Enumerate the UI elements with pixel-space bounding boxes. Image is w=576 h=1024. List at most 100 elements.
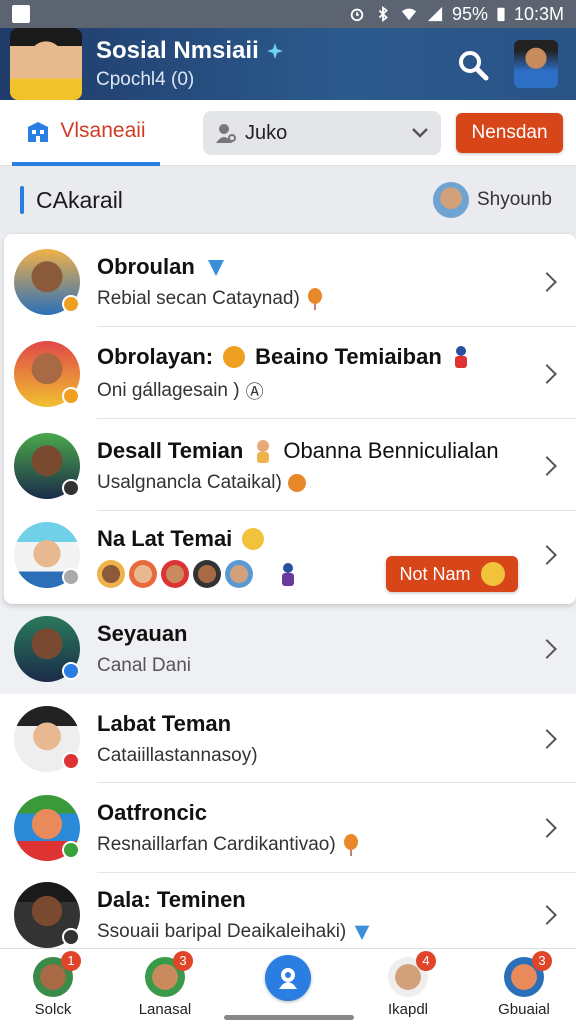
divider [97,326,576,327]
list-item-text: Oatfroncic Resnaillarfan Cardikantivao) [97,800,360,856]
nav-count-badge: 3 [532,951,552,971]
nav-item[interactable]: 4 Ikapdl [368,951,448,1018]
tab-active[interactable]: Vlsaneaii [12,100,160,166]
chevron-down-icon [412,128,428,138]
avatar [14,616,80,682]
cat-emoji-icon [223,346,246,368]
balloon-emoji-icon [307,288,322,310]
not-nam-label: Not Nam [399,563,471,584]
nav-label: Lanasal [138,1001,192,1018]
nav-item[interactable]: 3 Gbuaial [484,951,564,1018]
list-item-subtitle: Usalgnancla Cataikal) [97,472,499,494]
status-dot [62,387,80,405]
chat-person-icon [279,968,297,989]
crystal-emoji-icon [354,925,370,941]
signal-icon [427,6,443,22]
list-item-text: Obroulan Rebial secan Cataynad) [97,254,324,310]
battery-text: 95% [451,3,488,24]
chevron-right-icon [537,364,557,384]
status-dot [62,928,80,946]
list-item-name: Na Lat Temai [97,526,297,552]
member-avatar [193,560,221,588]
status-dot [62,479,80,497]
home-indicator[interactable] [224,1015,354,1020]
list-item[interactable]: Seyauan Canal Dani [0,612,576,686]
nav-item[interactable]: 1 Solck [13,951,93,1018]
nav-avatar: 3 [504,951,552,997]
list-item-subtitle: Resnaillarfan Cardikantivao) [97,834,360,856]
fox-emoji-icon [287,474,306,492]
list-item-text: Dala: Teminen Ssouaii baripal Deaikaleih… [97,887,372,943]
nav-count-badge: 3 [173,951,193,971]
list-item[interactable]: Dala: Teminen Ssouaii baripal Deaikaleih… [0,882,576,948]
section-user-name: Shyounb [476,189,552,210]
balloon-emoji-icon [343,834,358,856]
list-item-name: Dala: Teminen [97,887,246,912]
list-item-subtitle: Oni gállagesain ) Ⓐ [97,380,264,402]
nav-avatar: 3 [145,951,193,997]
list-item[interactable]: Oatfroncic Resnaillarfan Cardikantivao) [0,792,576,864]
search-icon[interactable] [456,48,490,82]
section-user[interactable]: Shyounb [432,182,552,218]
list-item-name: Desall Temian Obanna Benniculialan [97,438,499,463]
nav-label: Gbuaial [498,1001,550,1018]
not-nam-button[interactable]: Not Nam [386,556,518,592]
list-item[interactable]: Labat Teman Cataiillastannasoy) [0,703,576,775]
divider [97,782,576,783]
status-dot [62,295,80,313]
list-item[interactable]: Obrolayan: Beaino Temiaiban Oni gállages… [0,338,576,410]
character-emoji-icon [454,346,467,368]
person-icon [216,124,236,143]
avatar [14,882,80,948]
nav-count-badge: 1 [61,951,81,971]
section-accent-bar [20,186,24,214]
chevron-right-icon [537,272,557,292]
contact-dropdown[interactable]: Juko [203,111,441,155]
tab-label: Vlsaneaii [60,119,146,142]
chevron-right-icon [537,545,557,565]
character-emoji-icon [282,563,294,586]
dropdown-value: Juko [245,121,288,144]
app-title: Sosial Nmsiaii [96,37,285,65]
nav-label: Solck [34,1001,72,1018]
list-item-name: Labat Teman [97,711,232,736]
smile-emoji-icon [242,528,265,550]
status-dot [62,662,80,680]
status-dot [62,752,80,770]
avatar [14,706,80,772]
avatar [14,795,80,861]
status-dot [62,568,80,586]
clock-text: 10:3M [513,3,564,24]
app-header: Sosial Nmsiaii Cpochl4 (0) [0,28,576,100]
member-avatar [225,560,253,588]
nav-label: Ikapdl [387,1001,429,1018]
character-emoji-icon [257,440,270,463]
send-button[interactable]: Nensdan [456,113,563,153]
member-avatar [161,560,189,588]
list-item-text: Na Lat Temai [97,526,297,588]
nav-item[interactable]: 3 Lanasal [125,951,205,1018]
avatar [14,249,80,315]
chevron-right-icon [537,456,557,476]
nav-count-badge: 4 [416,951,436,971]
member-avatar [97,560,125,588]
center-action-button[interactable] [265,955,311,1001]
user-avatar-icon[interactable] [514,40,558,88]
app-title-text: Sosial Nmsiaii [96,37,259,64]
list-item-subtitle: Cataiillastannasoy) [97,745,258,766]
profile-avatar[interactable] [10,28,82,100]
alarm-icon [350,8,364,22]
chevron-right-icon [537,905,557,925]
list-item-subtitle: Canal Dani [97,655,191,676]
list-item-subtitle: Rebial secan Cataynad) [97,288,324,310]
sparkle-icon [266,43,283,59]
status-right: 95% 10:3M [348,4,564,25]
list-item[interactable]: Obroulan Rebial secan Cataynad) [0,246,576,318]
battery-icon [497,7,505,22]
list-item[interactable]: Desall Temian Obanna Benniculialan Usalg… [0,430,576,502]
member-avatar [129,560,157,588]
divider [97,510,576,511]
list-item-text: Obrolayan: Beaino Temiaiban Oni gállages… [97,344,470,404]
divider [97,418,576,419]
section-user-avatar [432,182,469,218]
